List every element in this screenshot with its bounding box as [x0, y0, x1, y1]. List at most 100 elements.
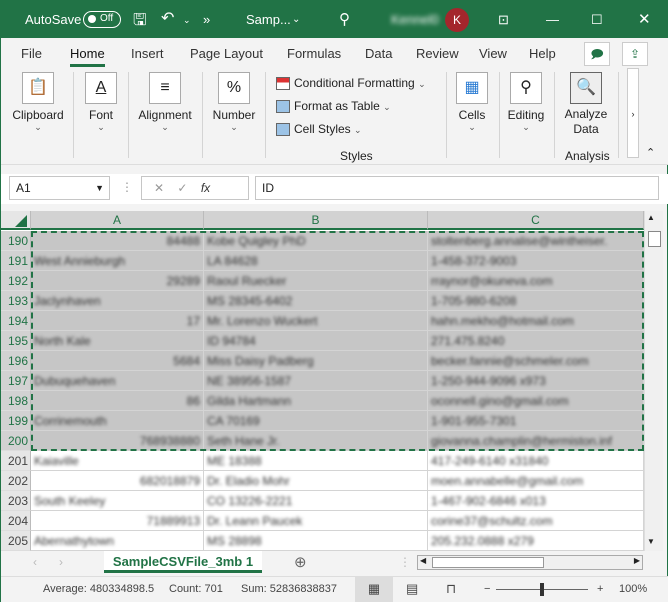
cell-b[interactable]: Kobe Quigley PhD [204, 231, 428, 251]
number-button[interactable]: % Number ⌄ [207, 68, 261, 160]
vertical-scrollbar[interactable]: ▲ ▼ [644, 211, 663, 551]
cancel-icon[interactable]: ✕ [154, 181, 164, 195]
column-header-a[interactable]: A [31, 211, 204, 230]
autosave-toggle[interactable]: Off [83, 11, 121, 28]
minimize-icon[interactable]: — [546, 12, 559, 27]
row-header[interactable]: 199 [1, 411, 31, 431]
cell-c[interactable]: 1-250-944-9096 x973 [428, 371, 644, 391]
cell-b[interactable]: ME 18388 [204, 451, 428, 471]
cell-a[interactable]: Jaclynhaven [31, 291, 204, 311]
cell-b[interactable]: Mr. Lorenzo Wuckert [204, 311, 428, 331]
row-header[interactable]: 205 [1, 531, 31, 551]
sheet-tab[interactable]: SampleCSVFile_3mb 1 [104, 551, 262, 573]
cell-c[interactable]: 271.475.8240 [428, 331, 644, 351]
scroll-thumb[interactable] [648, 231, 661, 247]
cell-b[interactable]: MS 28345-6402 [204, 291, 428, 311]
cell-b[interactable]: NE 38956-1587 [204, 371, 428, 391]
zoom-slider-thumb[interactable] [540, 583, 544, 596]
cell-b[interactable]: LA 84628 [204, 251, 428, 271]
column-header-b[interactable]: B [204, 211, 428, 230]
cell-a[interactable]: 768938880 [31, 431, 204, 451]
tab-insert[interactable]: Insert [131, 46, 164, 61]
cell-c[interactable]: 1-705-980-6208 [428, 291, 644, 311]
enter-icon[interactable]: ✓ [177, 181, 187, 195]
row-header[interactable]: 201 [1, 451, 31, 471]
format-as-table-button[interactable]: Format as Table ⌄ [276, 99, 391, 114]
cell-c[interactable]: corine37@schultz.com [428, 511, 644, 531]
save-icon[interactable]: 🖫 [133, 9, 147, 36]
cell-b[interactable]: Gilda Hartmann [204, 391, 428, 411]
cell-a[interactable]: Kaiaville [31, 451, 204, 471]
tab-home[interactable]: Home [70, 46, 105, 67]
row-header[interactable]: 197 [1, 371, 31, 391]
alignment-button[interactable]: ≡ Alignment ⌄ [133, 68, 197, 160]
tab-review[interactable]: Review [416, 46, 459, 61]
row-header[interactable]: 195 [1, 331, 31, 351]
cell-b[interactable]: Raoul Ruecker [204, 271, 428, 291]
row-header[interactable]: 203 [1, 491, 31, 511]
add-sheet-icon[interactable]: ⊕ [294, 553, 307, 571]
undo-dropdown-icon[interactable]: ⌄ [183, 15, 191, 26]
page-break-view-icon[interactable]: ⊓ [446, 581, 456, 597]
ribbon-scroll-right[interactable]: › [627, 68, 639, 158]
more-commands-icon[interactable]: » [203, 12, 210, 27]
row-header[interactable]: 204 [1, 511, 31, 531]
name-box[interactable]: A1 ▼ [9, 176, 110, 200]
normal-view-icon[interactable]: ▦ [355, 577, 393, 602]
collapse-ribbon-icon[interactable]: ⌃ [646, 146, 655, 159]
cell-c[interactable]: 205.232.0888 x279 [428, 531, 644, 551]
cell-c[interactable]: giovanna.champlin@hermiston.inf [428, 431, 644, 451]
scroll-down-icon[interactable]: ▼ [647, 537, 655, 546]
cell-c[interactable]: 1-467-902-6846 x013 [428, 491, 644, 511]
cell-a[interactable]: 84488 [31, 231, 204, 251]
cell-c[interactable]: oconnell.gino@gmail.com [428, 391, 644, 411]
clipboard-button[interactable]: 📋 Clipboard ⌄ [7, 68, 69, 160]
horizontal-scrollbar[interactable]: ◀ ▶ [417, 555, 643, 570]
column-header-c[interactable]: C [428, 211, 644, 230]
tab-help[interactable]: Help [529, 46, 556, 61]
cell-c[interactable]: rraynor@okuneva.com [428, 271, 644, 291]
zoom-in-button[interactable]: + [597, 583, 603, 595]
cell-a[interactable]: Abernathytown [31, 531, 204, 551]
cell-a[interactable]: South Keeley [31, 491, 204, 511]
scroll-up-icon[interactable]: ▲ [647, 213, 655, 222]
cell-b[interactable]: Dr. Leann Paucek [204, 511, 428, 531]
row-header[interactable]: 192 [1, 271, 31, 291]
cell-a[interactable]: West Annieburgh [31, 251, 204, 271]
zoom-level[interactable]: 100% [619, 583, 647, 595]
filename-dropdown-icon[interactable]: ⌄ [292, 14, 300, 25]
share-icon[interactable]: ⇪ [622, 42, 648, 66]
cell-a[interactable]: 17 [31, 311, 204, 331]
search-icon[interactable]: ⚲ [339, 10, 350, 28]
analyze-data-button[interactable]: 🔍 Analyze Data [559, 68, 613, 160]
cell-c[interactable]: stoltenberg.annalise@wintheiser. [428, 231, 644, 251]
cell-b[interactable]: Dr. Eladio Mohr [204, 471, 428, 491]
tab-formulas[interactable]: Formulas [287, 46, 341, 61]
formula-input[interactable]: ID [255, 176, 659, 200]
tab-file[interactable]: File [21, 46, 42, 61]
font-button[interactable]: A Font ⌄ [77, 68, 125, 160]
cell-b[interactable]: Seth Hane Jr. [204, 431, 428, 451]
next-sheet-icon[interactable]: › [59, 555, 63, 569]
cell-b[interactable]: ID 94784 [204, 331, 428, 351]
cell-c[interactable]: moen.annabelle@gmail.com [428, 471, 644, 491]
tab-page-layout[interactable]: Page Layout [190, 46, 263, 61]
zoom-out-button[interactable]: − [484, 583, 490, 595]
cell-a[interactable]: 5684 [31, 351, 204, 371]
row-header[interactable]: 196 [1, 351, 31, 371]
row-header[interactable]: 200 [1, 431, 31, 451]
cell-c[interactable]: 1-458-372-9003 [428, 251, 644, 271]
comments-icon[interactable]: 🗩 [584, 42, 610, 66]
insert-function-icon[interactable]: fx [201, 181, 210, 195]
cell-a[interactable]: Dubuquehaven [31, 371, 204, 391]
cell-c[interactable]: 417-249-6140 x31840 [428, 451, 644, 471]
filename[interactable]: Samp... [246, 12, 291, 27]
select-all-button[interactable] [1, 211, 31, 230]
cell-styles-button[interactable]: Cell Styles ⌄ [276, 122, 362, 137]
cell-b[interactable]: Miss Daisy Padberg [204, 351, 428, 371]
cell-a[interactable]: 29289 [31, 271, 204, 291]
cell-a[interactable]: Corrinemouth [31, 411, 204, 431]
undo-icon[interactable]: ↶ [161, 8, 174, 28]
worksheet-grid[interactable]: A B C 190 84488 Kobe Quigley PhD stolten… [1, 211, 663, 551]
row-header[interactable]: 191 [1, 251, 31, 271]
